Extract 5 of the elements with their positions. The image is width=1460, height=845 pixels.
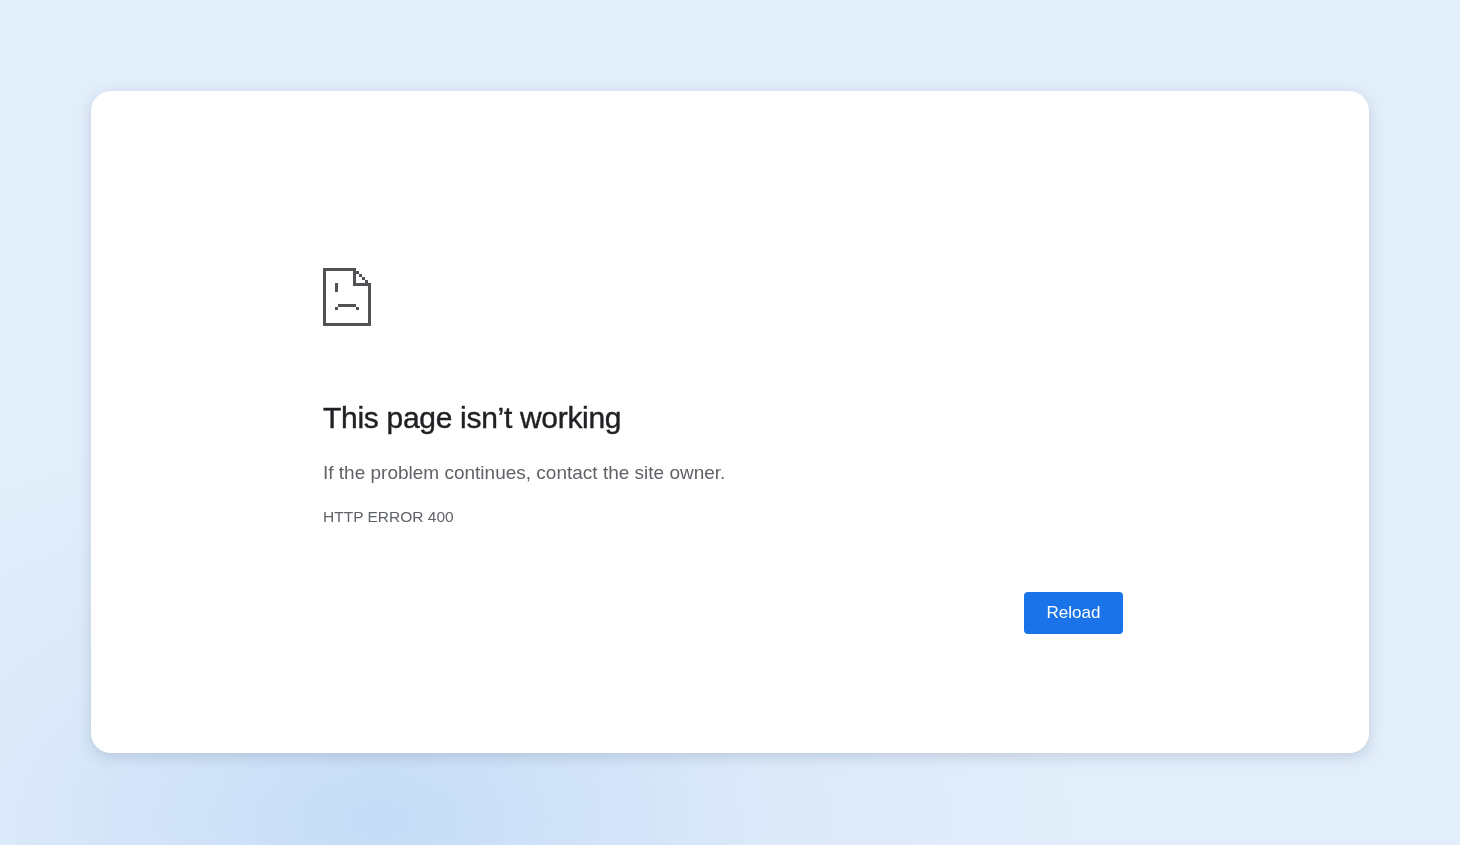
sad-page-icon bbox=[323, 268, 371, 326]
reload-button[interactable]: Reload bbox=[1024, 592, 1123, 634]
error-title: This page isn’t working bbox=[323, 400, 623, 436]
error-message: If the problem continues, contact the site owner. bbox=[323, 461, 727, 485]
error-code: HTTP ERROR 400 bbox=[323, 507, 455, 527]
